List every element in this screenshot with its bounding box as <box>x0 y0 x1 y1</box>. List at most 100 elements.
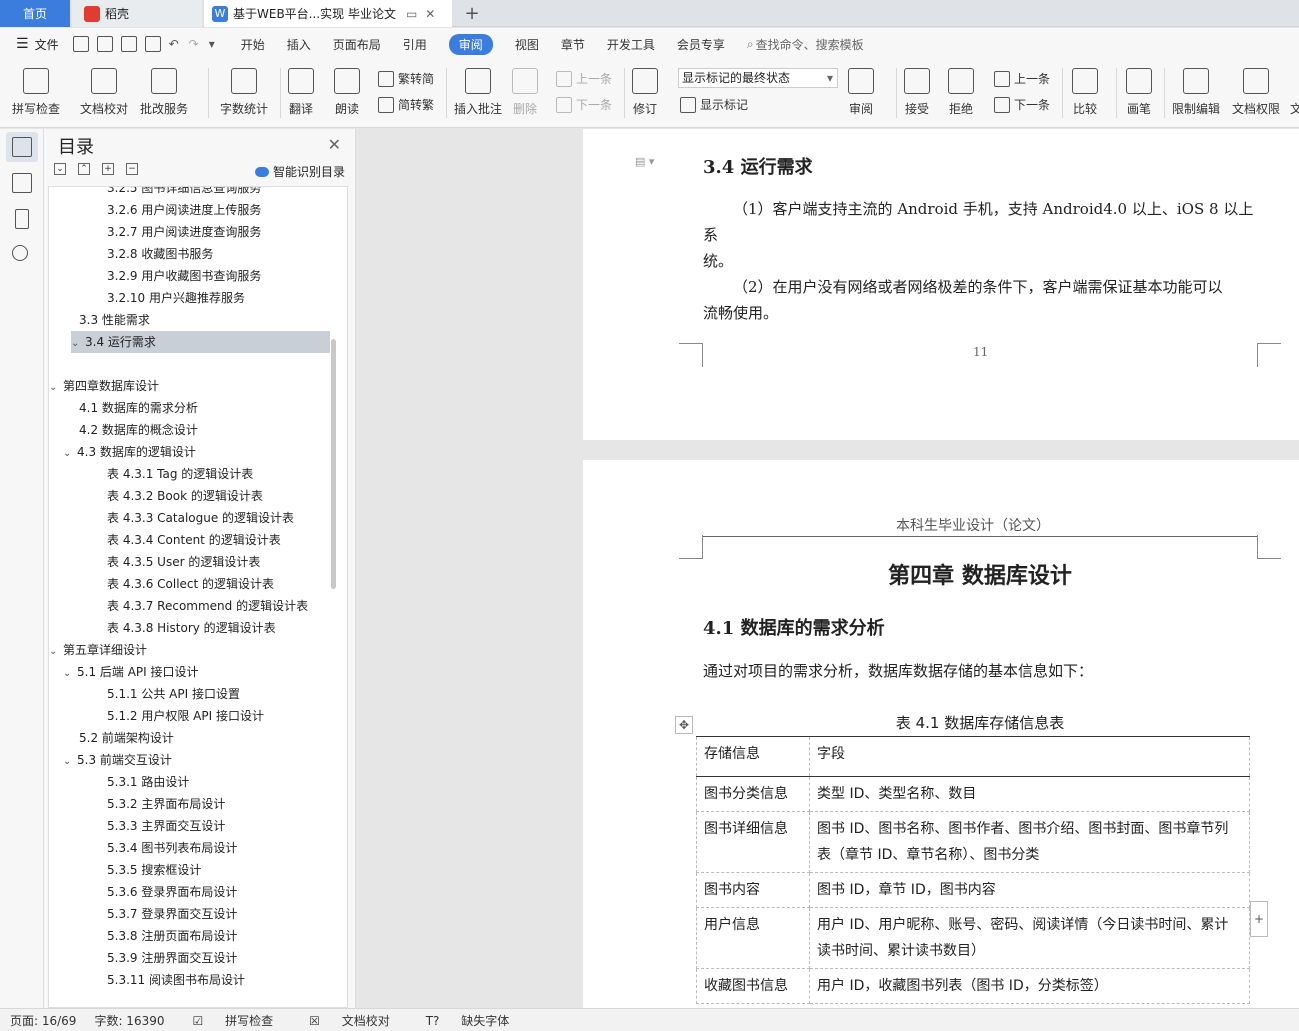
undo-icon[interactable]: ↶ <box>169 37 179 51</box>
toc-item[interactable]: 表 4.3.3 Catalogue 的逻辑设计表 <box>49 507 294 529</box>
close-icon[interactable]: ✕ <box>425 7 435 21</box>
trad-to-simp-button[interactable]: 繁转简 <box>378 70 434 87</box>
chevron-down-icon[interactable]: ⌄ <box>49 641 63 663</box>
markup-state-select[interactable]: 显示标记的最终状态 ▾ <box>678 68 838 88</box>
read-aloud-button[interactable]: 朗读 <box>334 68 360 117</box>
toc-item[interactable]: 5.3.1 路由设计 <box>49 771 189 793</box>
toc-item[interactable]: 3.2.7 用户阅读进度查询服务 <box>49 221 261 243</box>
insert-comment-button[interactable]: 插入批注 <box>454 68 502 117</box>
toc-scrollbar[interactable] <box>331 339 336 589</box>
smart-toc-button[interactable]: 智能识别目录 <box>254 163 345 180</box>
bookmark-icon[interactable] <box>15 209 29 229</box>
toc-item[interactable]: 5.3.8 注册页面布局设计 <box>49 925 237 947</box>
chevron-down-icon[interactable]: ⌄ <box>63 443 77 465</box>
toc-item[interactable]: ⌄ 4.3 数据库的逻辑设计 <box>49 441 196 463</box>
prev-comment-button[interactable]: 上一条 <box>556 70 612 87</box>
toc-item[interactable]: 3.2.8 收藏图书服务 <box>49 243 213 265</box>
toc-item[interactable]: 表 4.3.2 Book 的逻辑设计表 <box>49 485 263 507</box>
tab-home[interactable]: 首页 <box>0 0 70 27</box>
tab-document[interactable]: W 基于WEB平台...实现 毕业论文 ▭ ✕ <box>204 0 452 27</box>
table-cell[interactable]: 存储信息 <box>696 736 810 777</box>
menu-file[interactable]: 文件 <box>35 36 59 53</box>
chevron-down-icon[interactable]: ⌄ <box>63 663 77 685</box>
chevron-down-icon[interactable]: ▾ <box>209 37 215 51</box>
next-comment-button[interactable]: 下一条 <box>556 96 612 113</box>
menu-layout[interactable]: 页面布局 <box>333 36 381 53</box>
toc-item[interactable]: ⌄ 第四章数据库设计 <box>49 375 159 397</box>
toc-item[interactable]: 5.3.11 阅读图书布局设计 <box>49 969 245 991</box>
menu-reference[interactable]: 引用 <box>403 36 427 53</box>
document-options-icon[interactable]: ▤ ▾ <box>635 155 654 168</box>
restrict-edit-button[interactable]: 限制编辑 <box>1172 68 1220 117</box>
toc-item[interactable]: 5.3.4 图书列表布局设计 <box>49 837 237 859</box>
toc-item[interactable]: 5.3.3 主界面交互设计 <box>49 815 225 837</box>
toc-item[interactable]: 5.3.9 注册界面交互设计 <box>49 947 237 969</box>
toc-item[interactable]: ⌄ 5.1 后端 API 接口设计 <box>49 661 199 683</box>
toc-item[interactable]: 3.2.10 用户兴趣推荐服务 <box>49 287 245 309</box>
add-row-button[interactable]: + <box>1250 901 1268 937</box>
table-cell[interactable]: 图书详细信息 <box>696 811 810 873</box>
save-icon[interactable] <box>72 36 89 52</box>
menu-section[interactable]: 章节 <box>561 36 585 53</box>
toc-item[interactable]: 表 4.3.4 Content 的逻辑设计表 <box>49 529 281 551</box>
close-icon[interactable]: ✕ <box>328 135 341 154</box>
toc-item[interactable]: ⌄ 5.3 前端交互设计 <box>49 749 172 771</box>
search-icon[interactable] <box>12 245 28 261</box>
command-search[interactable]: 查找命令、搜索模板 <box>756 36 864 53</box>
toc-item[interactable]: 4.1 数据库的需求分析 <box>49 397 198 419</box>
review-button[interactable]: 审阅 <box>848 68 874 117</box>
chevron-down-icon[interactable]: ⌄ <box>63 751 77 773</box>
table-cell[interactable]: 图书 ID、图书名称、图书作者、图书介绍、图书封面、图书章节列表（章节 ID、章… <box>809 811 1250 873</box>
toc-item[interactable]: 5.3.5 搜索框设计 <box>49 859 201 881</box>
delete-comment-button[interactable]: 删除 <box>512 68 538 117</box>
next-change-button[interactable]: 下一条 <box>994 96 1050 113</box>
expand-up-icon[interactable]: ⌃ <box>78 163 90 175</box>
toc-item[interactable]: 表 4.3.1 Tag 的逻辑设计表 <box>49 463 253 485</box>
simp-to-trad-button[interactable]: 简转繁 <box>378 96 434 113</box>
menu-insert[interactable]: 插入 <box>287 36 311 53</box>
preview-icon[interactable] <box>144 36 161 52</box>
screen-icon[interactable]: ▭ <box>406 7 417 21</box>
toc-item[interactable]: 表 4.3.8 History 的逻辑设计表 <box>49 617 276 639</box>
chevron-down-icon[interactable]: ⌄ <box>71 333 85 355</box>
table-cell[interactable]: 用户 ID，收藏图书列表（图书 ID，分类标签） <box>809 968 1250 1004</box>
batch-service-button[interactable]: 批改服务 <box>140 68 188 117</box>
toc-item[interactable]: 3.2.6 用户阅读进度上传服务 <box>49 199 261 221</box>
menu-review[interactable]: 审阅 <box>448 33 493 55</box>
toc-item[interactable]: 4.2 数据库的概念设计 <box>49 419 198 441</box>
toc-item[interactable]: ⌄ 第五章详细设计 <box>49 639 147 661</box>
missing-font-status[interactable]: T? 缺失字体 <box>416 1012 518 1029</box>
move-table-icon[interactable]: ✥ <box>675 716 693 734</box>
print-icon[interactable] <box>120 36 137 52</box>
table-cell[interactable]: 图书分类信息 <box>696 776 810 812</box>
toc-item[interactable]: ⌄ 3.4 运行需求 <box>71 331 330 353</box>
table-cell[interactable]: 图书 ID，章节 ID，图书内容 <box>809 872 1250 908</box>
tab-daoke[interactable]: 稻壳 <box>72 0 202 27</box>
word-count[interactable]: 字数: 16390 <box>94 1012 164 1029</box>
toc-item[interactable]: 5.3.7 登录界面交互设计 <box>49 903 237 925</box>
export-icon[interactable] <box>96 36 113 52</box>
show-markup-button[interactable]: 显示标记 <box>680 96 748 113</box>
word-count-button[interactable]: 字数统计 <box>220 68 268 117</box>
toc-item[interactable]: 3.2.5 图书详细信息查询服务 <box>49 187 261 199</box>
revise-button[interactable]: 修订 <box>632 68 658 117</box>
proofread-status[interactable]: ☒ 文档校对 <box>299 1012 398 1029</box>
add-icon[interactable]: + <box>102 163 114 175</box>
table-cell[interactable]: 字段 <box>809 736 1250 777</box>
page-indicator[interactable]: 页面: 16/69 <box>10 1012 76 1029</box>
prev-change-button[interactable]: 上一条 <box>994 70 1050 87</box>
reject-button[interactable]: 拒绝 <box>948 68 974 117</box>
toc-item[interactable]: 5.3.2 主界面布局设计 <box>49 793 225 815</box>
spell-check-button[interactable]: 拼写检查 <box>12 68 60 117</box>
table-cell[interactable]: 用户 ID、用户昵称、账号、密码、阅读详情（今日读书时间、累计读书时间、累计读书… <box>809 907 1250 969</box>
translate-button[interactable]: 翻译 <box>288 68 314 117</box>
collapse-all-icon[interactable]: ⌄ <box>54 163 66 175</box>
toc-item[interactable]: 5.3.6 登录界面布局设计 <box>49 881 237 903</box>
accept-button[interactable]: 接受 <box>904 68 930 117</box>
navigation-icon[interactable] <box>12 173 32 193</box>
chevron-down-icon[interactable]: ⌄ <box>49 377 63 399</box>
compare-button[interactable]: 比较 <box>1072 68 1098 117</box>
new-tab-button[interactable]: + <box>458 0 486 27</box>
hamburger-icon[interactable]: ☰ <box>16 36 29 52</box>
table-cell[interactable]: 用户信息 <box>696 907 810 969</box>
